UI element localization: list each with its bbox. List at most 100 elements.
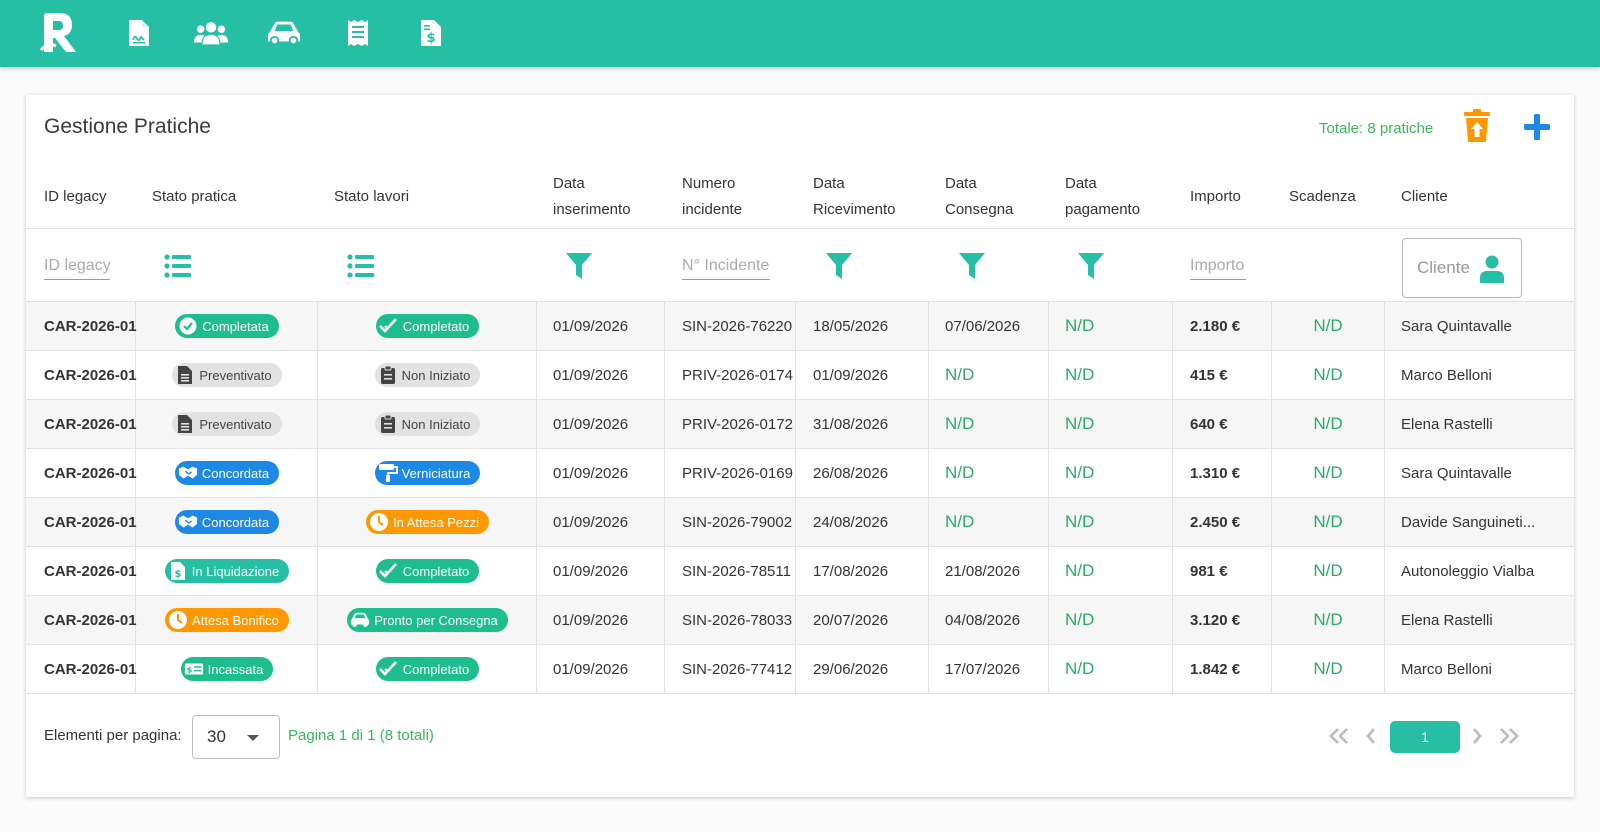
scadenza-cell: N/D — [1313, 316, 1343, 335]
filter-icon — [826, 253, 852, 279]
status-badge-label: Non Iniziato — [401, 367, 471, 383]
importo-filter-input[interactable] — [1190, 252, 1246, 280]
stato-pratica-cell: Attesa Bonifico — [136, 596, 318, 644]
table-row[interactable]: CAR-2026-01 Concordata Verniciatura 01/09/2… — [26, 449, 1574, 498]
document-signature-icon[interactable] — [122, 17, 156, 49]
data-ricevimento-filter-button[interactable] — [825, 230, 853, 302]
data-consegna-filter-button[interactable] — [958, 230, 986, 302]
status-badge-label: Completato — [402, 318, 470, 334]
document-icon — [175, 414, 195, 434]
numero-incidente-cell: SIN-2026-77412 — [682, 660, 793, 678]
pagination: Elementi per pagina: 30 Pagina 1 di 1 (8… — [26, 707, 1574, 767]
header-data-pagamento[interactable]: Data pagamento — [1065, 165, 1140, 229]
table-row[interactable]: CAR-2026-01 $ Incassata Completato 01/09/202… — [26, 645, 1574, 694]
logo[interactable] — [39, 12, 80, 54]
page-1-button[interactable]: 1 — [1390, 721, 1460, 753]
column-divider — [928, 547, 929, 595]
data-inserimento-cell: 01/09/2026 — [553, 415, 629, 433]
header-scadenza[interactable]: Scadenza — [1289, 165, 1356, 229]
column-divider — [795, 400, 796, 448]
column-divider — [928, 400, 929, 448]
stato-lavori-cell: Non Iniziato — [318, 400, 537, 448]
cliente-cell: Marco Belloni — [1401, 660, 1492, 678]
table-body: CAR-2026-01 Completata Completato 01/09/202… — [26, 302, 1574, 694]
id-legacy-cell: CAR-2026-01 — [44, 415, 137, 433]
cliente-cell: Sara Quintavalle — [1401, 317, 1512, 335]
column-divider — [795, 449, 796, 497]
add-pratica-button[interactable] — [1522, 112, 1552, 142]
table-row[interactable]: CAR-2026-01 $ In Liquidazione Completato 01/… — [26, 547, 1574, 596]
header-cliente[interactable]: Cliente — [1401, 165, 1448, 229]
scadenza-cell: N/D — [1313, 659, 1343, 678]
table-row[interactable]: CAR-2026-01 Preventivato Non Iniziato 01/09… — [26, 351, 1574, 400]
document-icon — [175, 365, 195, 385]
export-upload-button[interactable] — [1462, 109, 1492, 143]
header-data-consegna[interactable]: Data Consegna — [945, 165, 1013, 229]
first-page-button[interactable] — [1326, 723, 1352, 749]
data-pagamento-cell: N/D — [1065, 610, 1095, 629]
data-pagamento-cell: N/D — [1065, 512, 1095, 531]
svg-text:$: $ — [426, 31, 435, 46]
next-page-button[interactable] — [1464, 723, 1490, 749]
table-row[interactable]: CAR-2026-01 Completata Completato 01/09/202… — [26, 302, 1574, 351]
double-chevron-left-icon — [1329, 728, 1348, 744]
chevron-right-icon — [1473, 728, 1482, 744]
receipt-icon[interactable] — [341, 17, 375, 49]
check-circle-icon — [178, 316, 198, 336]
data-consegna-cell: 21/08/2026 — [945, 562, 1021, 580]
status-badge: Non Iniziato — [374, 363, 481, 387]
cliente-cell: Davide Sanguineti... — [1401, 513, 1536, 531]
id-legacy-filter-input[interactable] — [44, 252, 110, 280]
filter-icon — [1078, 253, 1104, 279]
column-divider — [795, 547, 796, 595]
data-pagamento-filter-button[interactable] — [1077, 230, 1105, 302]
table-row[interactable]: CAR-2026-01 Preventivato Non Iniziato 01/09… — [26, 400, 1574, 449]
stato-lavori-filter-button[interactable] — [347, 230, 375, 302]
handshake-icon — [178, 463, 198, 483]
invoice-dollar-icon[interactable]: $ — [414, 17, 448, 49]
cliente-filter-input[interactable]: Cliente — [1402, 238, 1522, 298]
table-row[interactable]: CAR-2026-01 Attesa Bonifico Pronto per Con… — [26, 596, 1574, 645]
users-icon[interactable] — [194, 17, 228, 49]
stato-lavori-cell: Completato — [318, 547, 537, 595]
paint-roller-icon — [378, 463, 398, 483]
prev-page-button[interactable] — [1358, 723, 1384, 749]
plus-icon — [1524, 114, 1550, 140]
stato-pratica-filter-button[interactable] — [164, 230, 192, 302]
scadenza-cell: N/D — [1313, 610, 1343, 629]
stato-lavori-cell: Completato — [318, 302, 537, 350]
car-icon[interactable] — [267, 17, 301, 49]
cliente-cell: Autonoleggio Vialba — [1401, 562, 1535, 580]
status-badge: Non Iniziato — [374, 412, 481, 436]
stato-lavori-cell: Verniciatura — [318, 449, 537, 497]
numero-incidente-filter-input[interactable] — [682, 252, 770, 280]
table-row[interactable]: CAR-2026-01 Concordata In Attesa Pezzi 01/0… — [26, 498, 1574, 547]
data-inserimento-cell: 01/09/2026 — [553, 562, 629, 580]
header-numero-incidente[interactable]: Numero incidente — [682, 165, 742, 229]
status-badge-label: Concordata — [201, 514, 270, 530]
numero-incidente-cell: SIN-2026-78033 — [682, 611, 793, 629]
header-stato-lavori[interactable]: Stato lavori — [334, 165, 409, 229]
data-ricevimento-cell: 20/07/2026 — [813, 611, 889, 629]
id-legacy-cell: CAR-2026-01 — [44, 562, 137, 580]
importo-cell: 3.120 € — [1190, 611, 1241, 629]
data-inserimento-filter-button[interactable] — [565, 230, 593, 302]
header-stato-pratica[interactable]: Stato pratica — [152, 165, 236, 229]
header-data-ricevimento[interactable]: Data Ricevimento — [813, 165, 896, 229]
header-data-inserimento[interactable]: Data inserimento — [553, 165, 631, 229]
last-page-button[interactable] — [1496, 723, 1522, 749]
importo-cell: 1.310 € — [1190, 464, 1241, 482]
header-id-legacy[interactable]: ID legacy — [44, 165, 107, 229]
column-divider — [928, 596, 929, 644]
data-consegna-cell: N/D — [945, 414, 975, 433]
page-title: Gestione Pratiche — [44, 115, 211, 138]
data-inserimento-cell: 01/09/2026 — [553, 513, 629, 531]
per-page-select[interactable]: 30 — [192, 715, 280, 759]
status-badge-label: Verniciatura — [401, 465, 471, 481]
handshake-icon — [178, 512, 198, 532]
status-badge-label: Attesa Bonifico — [192, 612, 279, 628]
status-badge-label: In Liquidazione — [191, 563, 280, 579]
scadenza-cell: N/D — [1313, 365, 1343, 384]
stato-pratica-cell: Concordata — [136, 449, 318, 497]
header-importo[interactable]: Importo — [1190, 165, 1241, 229]
